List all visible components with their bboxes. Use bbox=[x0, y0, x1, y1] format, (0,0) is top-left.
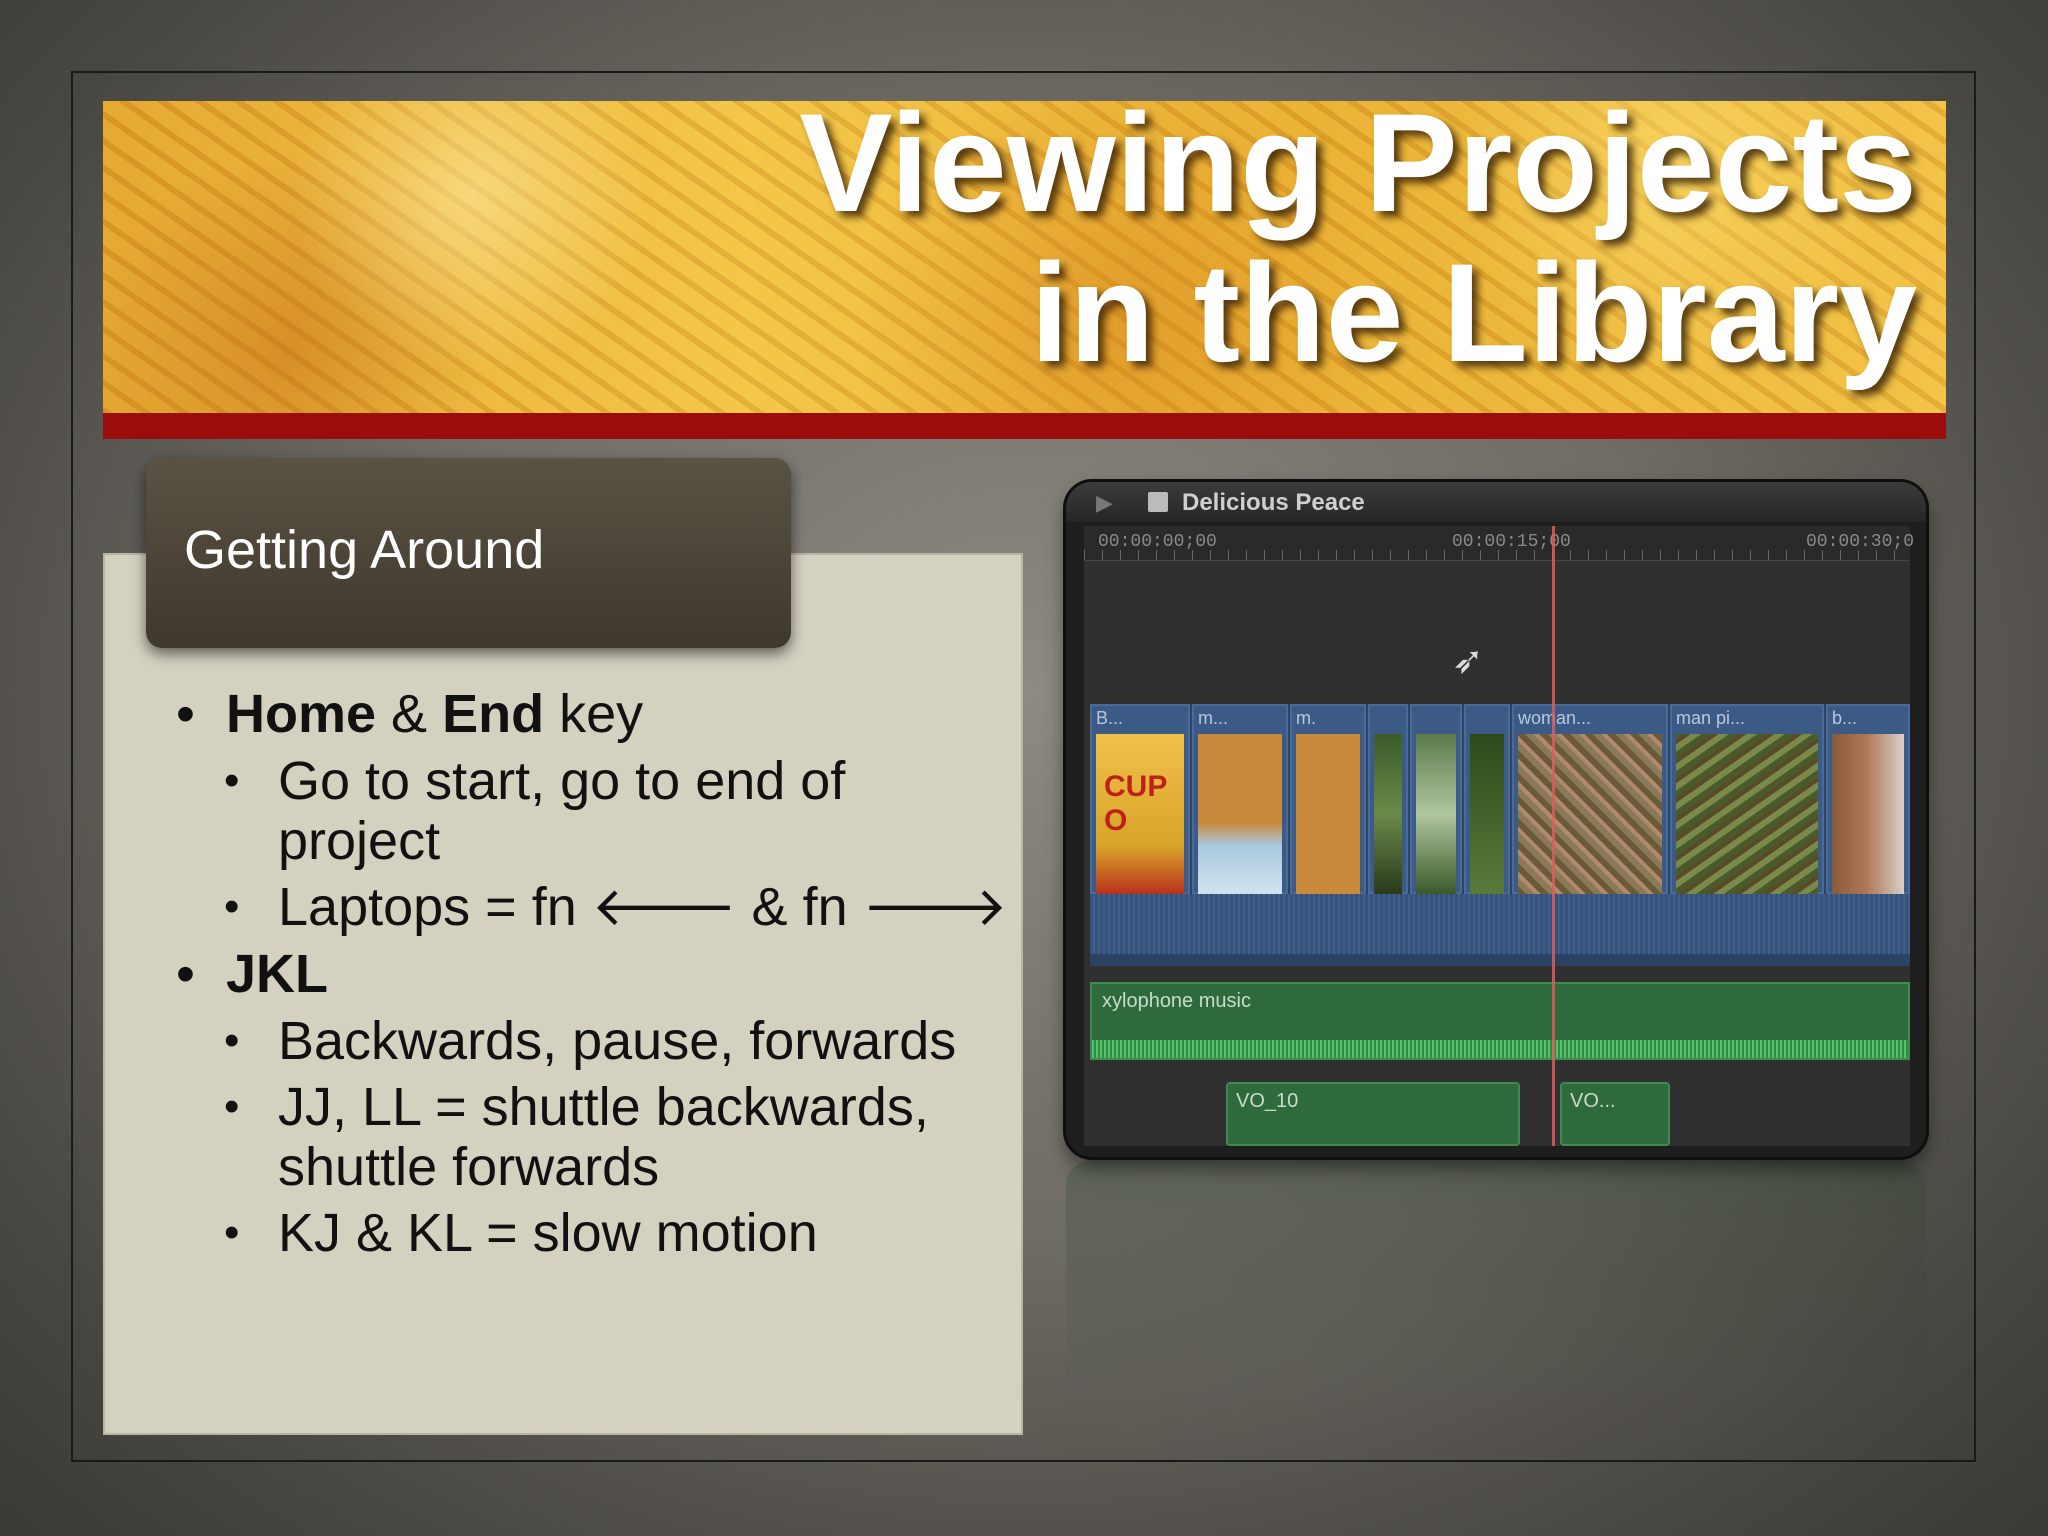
vo-clip[interactable]: VO... bbox=[1560, 1082, 1670, 1146]
vo-label: VO... bbox=[1570, 1090, 1616, 1112]
ruler-ticks bbox=[1084, 550, 1910, 560]
clip-thumbnail bbox=[1832, 734, 1904, 894]
clip-thumbnail bbox=[1296, 734, 1360, 894]
music-waveform bbox=[1092, 1040, 1908, 1058]
clip-thumbnail bbox=[1470, 734, 1504, 894]
timecode-start: 00:00:00;00 bbox=[1098, 532, 1217, 552]
clip-label: b... bbox=[1832, 708, 1858, 728]
pointer-cursor-icon: ➶ bbox=[1452, 640, 1484, 682]
music-track[interactable]: xylophone music bbox=[1090, 982, 1910, 1060]
sub-bullet-laptops: Laptops = fn 🡐 & fn 🡒 bbox=[170, 877, 1010, 937]
timeline-reflection bbox=[1066, 1160, 1926, 1400]
film-icon bbox=[1148, 492, 1168, 512]
clip[interactable]: man pi... bbox=[1670, 704, 1824, 894]
timeline-screenshot: ▶ Delicious Peace 00:00:00;00 00:00:15;0… bbox=[1066, 482, 1926, 1157]
bullet-jkl: JKL bbox=[170, 943, 1010, 1005]
play-icon[interactable]: ▶ bbox=[1096, 490, 1113, 516]
sub-list-2: Backwards, pause, forwards JJ, LL = shut… bbox=[170, 1011, 1010, 1263]
section-label: Getting Around bbox=[184, 520, 545, 580]
clip[interactable] bbox=[1410, 704, 1462, 894]
clip[interactable]: b... bbox=[1826, 704, 1910, 894]
clip-thumbnail bbox=[1198, 734, 1282, 894]
sub-bullet-backwards: Backwards, pause, forwards bbox=[170, 1011, 1010, 1071]
bullet-bold-home: Home bbox=[226, 684, 377, 744]
clip[interactable] bbox=[1368, 704, 1408, 894]
bullet-list: Home & End key Go to start, go to end of… bbox=[170, 683, 1010, 1269]
clip[interactable]: m... bbox=[1192, 704, 1288, 894]
banner-rule bbox=[103, 413, 1946, 439]
clip-label: m. bbox=[1296, 708, 1316, 728]
bullet-key: key bbox=[544, 684, 644, 744]
project-name: Delicious Peace bbox=[1182, 489, 1365, 516]
clip[interactable] bbox=[1464, 704, 1510, 894]
bullet-home-end: Home & End key bbox=[170, 683, 1010, 745]
clip-thumbnail bbox=[1518, 734, 1662, 894]
sub-list-1: Go to start, go to end of project Laptop… bbox=[170, 751, 1010, 937]
slide-title: Viewing Projects in the Library bbox=[617, 88, 1917, 388]
playhead[interactable] bbox=[1552, 526, 1555, 1146]
timeline-ruler[interactable]: 00:00:00;00 00:00:15;00 00:00:30;0 bbox=[1084, 526, 1914, 561]
clip-label: man pi... bbox=[1676, 708, 1746, 728]
sub-bullet-start-end: Go to start, go to end of project bbox=[170, 751, 1010, 871]
title-line-2: in the Library bbox=[1030, 234, 1917, 391]
clip-thumbnail bbox=[1374, 734, 1402, 894]
bullet-bold-end: End bbox=[442, 684, 545, 744]
clip-label: B... bbox=[1096, 708, 1124, 728]
audio-waveform bbox=[1090, 894, 1910, 954]
clip-thumbnail bbox=[1676, 734, 1818, 894]
clip[interactable]: B... CUP O bbox=[1090, 704, 1190, 894]
timecode-end: 00:00:30;0 bbox=[1806, 532, 1915, 552]
sub-bullet-slow-motion: KJ & KL = slow motion bbox=[170, 1203, 1010, 1263]
clip[interactable]: woman... bbox=[1512, 704, 1668, 894]
cup-text: CUP O bbox=[1104, 770, 1167, 837]
sub-bullet-shuttle: JJ, LL = shuttle backwards, shuttle forw… bbox=[170, 1077, 1010, 1197]
timeline-area[interactable]: 00:00:00;00 00:00:15;00 00:00:30;0 ➶ B..… bbox=[1084, 526, 1914, 1146]
clip-label: m... bbox=[1198, 708, 1228, 728]
vo-clip[interactable]: VO_10 bbox=[1226, 1082, 1520, 1146]
clip-thumbnail: CUP O bbox=[1096, 734, 1184, 894]
music-label: xylophone music bbox=[1102, 990, 1251, 1012]
vo-label: VO_10 bbox=[1236, 1090, 1299, 1112]
clip[interactable]: m. bbox=[1290, 704, 1366, 894]
bullet-bold-jkl: JKL bbox=[226, 944, 329, 1004]
bullet-amp: & bbox=[376, 684, 443, 744]
title-line-1: Viewing Projects bbox=[799, 84, 1917, 241]
clip-thumbnail bbox=[1416, 734, 1456, 894]
primary-storyline[interactable]: B... CUP O m... m. man pi... b... bbox=[1090, 704, 1910, 966]
timeline-header: ▶ Delicious Peace bbox=[1066, 482, 1926, 522]
